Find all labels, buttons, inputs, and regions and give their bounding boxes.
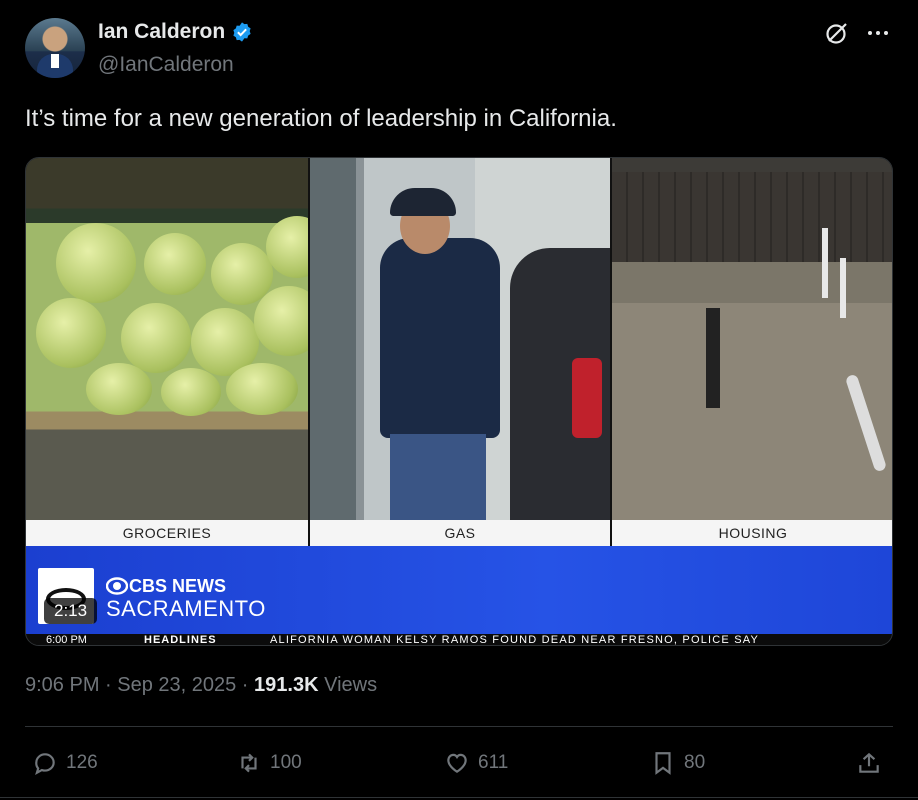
bottom-divider bbox=[0, 797, 918, 798]
gas-panel bbox=[310, 158, 610, 520]
corn-image bbox=[254, 286, 308, 356]
groceries-panel bbox=[26, 158, 308, 520]
car-taillight-image bbox=[572, 358, 602, 438]
post-image bbox=[840, 258, 846, 318]
reply-button[interactable]: 126 bbox=[32, 750, 98, 776]
divider bbox=[25, 726, 893, 727]
tweet-meta: 9:06 PM · Sep 23, 2025 · 191.3K Views bbox=[25, 674, 377, 697]
cbs-eye-icon bbox=[106, 577, 128, 595]
topic-labels: GROCERIES GAS HOUSING bbox=[26, 520, 892, 546]
corn-image bbox=[121, 303, 191, 373]
views-label: Views bbox=[318, 674, 378, 696]
more-options-icon[interactable] bbox=[866, 23, 890, 43]
video-player[interactable]: GROCERIES GAS HOUSING CBS NEWS SACRAMENT… bbox=[25, 157, 893, 646]
gas-pump-image bbox=[310, 158, 356, 520]
pipe-image bbox=[844, 373, 888, 473]
bookmark-icon bbox=[655, 752, 671, 775]
avatar-shirt bbox=[51, 54, 59, 68]
tweet-text: It’s time for a new generation of leader… bbox=[25, 105, 617, 132]
label-gas: GAS bbox=[310, 520, 610, 546]
author-handle[interactable]: @IanCalderon bbox=[98, 53, 234, 77]
tweet-timestamp[interactable]: 9:06 PM · Sep 23, 2025 · bbox=[25, 674, 254, 696]
share-button[interactable] bbox=[856, 750, 882, 776]
like-count: 611 bbox=[478, 752, 509, 773]
author-name[interactable]: Ian Calderon bbox=[98, 20, 225, 44]
views-count: 191.3K bbox=[254, 674, 319, 696]
repost-icon bbox=[241, 753, 257, 773]
station-name: SACRAMENTO bbox=[106, 596, 266, 621]
ticker-text: ALIFORNIA WOMAN KELSY RAMOS FOUND DEAD N… bbox=[270, 634, 760, 646]
corn-image bbox=[144, 233, 206, 295]
label-housing: HOUSING bbox=[612, 520, 892, 546]
avatar[interactable] bbox=[25, 18, 85, 78]
news-banner: CBS NEWS SACRAMENTO 2:13 bbox=[26, 546, 892, 634]
reply-icon bbox=[35, 753, 55, 775]
fence-image bbox=[612, 172, 892, 262]
repost-button[interactable]: 100 bbox=[236, 750, 302, 776]
corn-image bbox=[36, 298, 106, 368]
person-image bbox=[380, 238, 500, 438]
repost-count: 100 bbox=[270, 752, 302, 773]
label-groceries: GROCERIES bbox=[26, 520, 308, 546]
action-bar: 126 100 611 80 bbox=[0, 748, 918, 780]
ticker-section: HEADLINES bbox=[144, 634, 217, 646]
person-cap-image bbox=[390, 188, 456, 216]
bookmark-count: 80 bbox=[684, 752, 706, 773]
reply-count: 126 bbox=[66, 752, 98, 773]
bookmark-button[interactable]: 80 bbox=[650, 750, 705, 776]
video-duration: 2:13 bbox=[44, 598, 98, 624]
post-image bbox=[706, 308, 720, 408]
network-name: CBS NEWS bbox=[129, 576, 227, 596]
post-image bbox=[822, 228, 828, 298]
verified-badge-icon bbox=[233, 22, 251, 42]
share-icon bbox=[859, 752, 879, 773]
like-button[interactable]: 611 bbox=[444, 750, 508, 776]
heart-icon bbox=[447, 753, 467, 773]
housing-panel bbox=[612, 158, 892, 520]
author-name-row: Ian Calderon bbox=[98, 20, 253, 44]
corn-image bbox=[161, 368, 221, 416]
grok-icon[interactable] bbox=[824, 20, 850, 46]
corn-image bbox=[56, 223, 136, 303]
person-legs-image bbox=[390, 434, 486, 520]
ticker-time: 6:00 PM bbox=[46, 634, 87, 646]
corn-image bbox=[86, 363, 152, 415]
corn-image bbox=[226, 363, 298, 415]
news-ticker: 6:00 PM HEADLINES ALIFORNIA WOMAN KELSY … bbox=[26, 634, 892, 646]
